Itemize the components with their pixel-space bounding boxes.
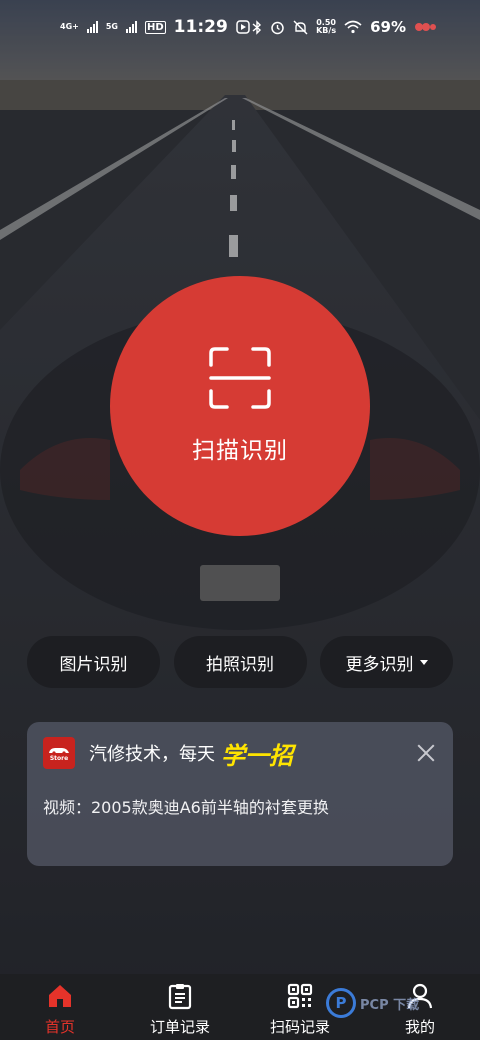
network-speed: 0.50 KB/s <box>316 19 336 35</box>
close-icon[interactable] <box>415 742 437 764</box>
signal-icon <box>125 21 137 33</box>
wifi-icon <box>344 20 362 34</box>
media-play-icon <box>236 20 250 34</box>
tips-title: 汽修技术，每天 <box>89 744 215 765</box>
dropdown-caret-icon <box>419 659 428 665</box>
network-type-2: 5G <box>105 22 118 31</box>
button-label: 图片识别 <box>59 654 128 675</box>
watermark-text: PCP 下载 <box>360 997 420 1013</box>
battery-percent: 69% <box>370 18 406 36</box>
photo-recognition-button[interactable]: 拍照识别 <box>173 636 307 688</box>
app-logo: Store <box>43 737 75 769</box>
network-type-1: 4G+ <box>60 22 79 31</box>
clock: 11:29 <box>173 17 228 37</box>
hd-voice-icon: HD <box>144 20 166 34</box>
mute-bell-icon <box>293 20 308 34</box>
image-recognition-button[interactable]: 图片识别 <box>27 636 160 688</box>
scan-frame-icon <box>209 347 271 409</box>
button-label: 更多识别 <box>345 654 414 675</box>
speed-unit: KB/s <box>316 26 337 35</box>
car-logo-icon <box>49 747 69 755</box>
tab-label: 扫码记录 <box>269 1018 330 1036</box>
logo-text: Store <box>49 754 69 762</box>
bluetooth-icon <box>252 19 262 35</box>
clipboard-icon <box>168 984 192 1010</box>
scan-label: 扫描识别 <box>192 438 288 464</box>
tab-label: 我的 <box>404 1018 435 1036</box>
tab-home[interactable]: 首页 <box>0 974 120 1040</box>
tab-label: 订单记录 <box>149 1018 210 1036</box>
home-icon <box>49 985 71 1007</box>
tips-body[interactable]: 视频：2005款奥迪A6前半轴的衬套更换 <box>43 794 437 818</box>
battery-icon <box>415 23 436 31</box>
signal-icon <box>86 21 98 33</box>
tab-order-records[interactable]: 订单记录 <box>120 974 240 1040</box>
button-label: 拍照识别 <box>206 654 274 675</box>
watermark-logo-icon: P <box>326 988 356 1018</box>
tips-card[interactable]: Store 汽修技术，每天 学一招 视频：2005款奥迪A6前半轴的衬套更换 <box>27 722 453 866</box>
qr-code-icon <box>287 983 313 1009</box>
scan-button[interactable]: 扫描识别 <box>110 276 370 536</box>
status-bar: 4G+ 5G HD 11:29 0.50 KB/s 69% <box>0 0 480 54</box>
tips-highlight: 学一招 <box>221 740 293 770</box>
watermark: P PCP 下载 <box>326 988 419 1018</box>
recognition-actions: 图片识别 拍照识别 更多识别 <box>27 636 453 688</box>
more-recognition-button[interactable]: 更多识别 <box>320 636 453 688</box>
alarm-icon <box>271 21 284 34</box>
tab-label: 首页 <box>44 1018 75 1036</box>
